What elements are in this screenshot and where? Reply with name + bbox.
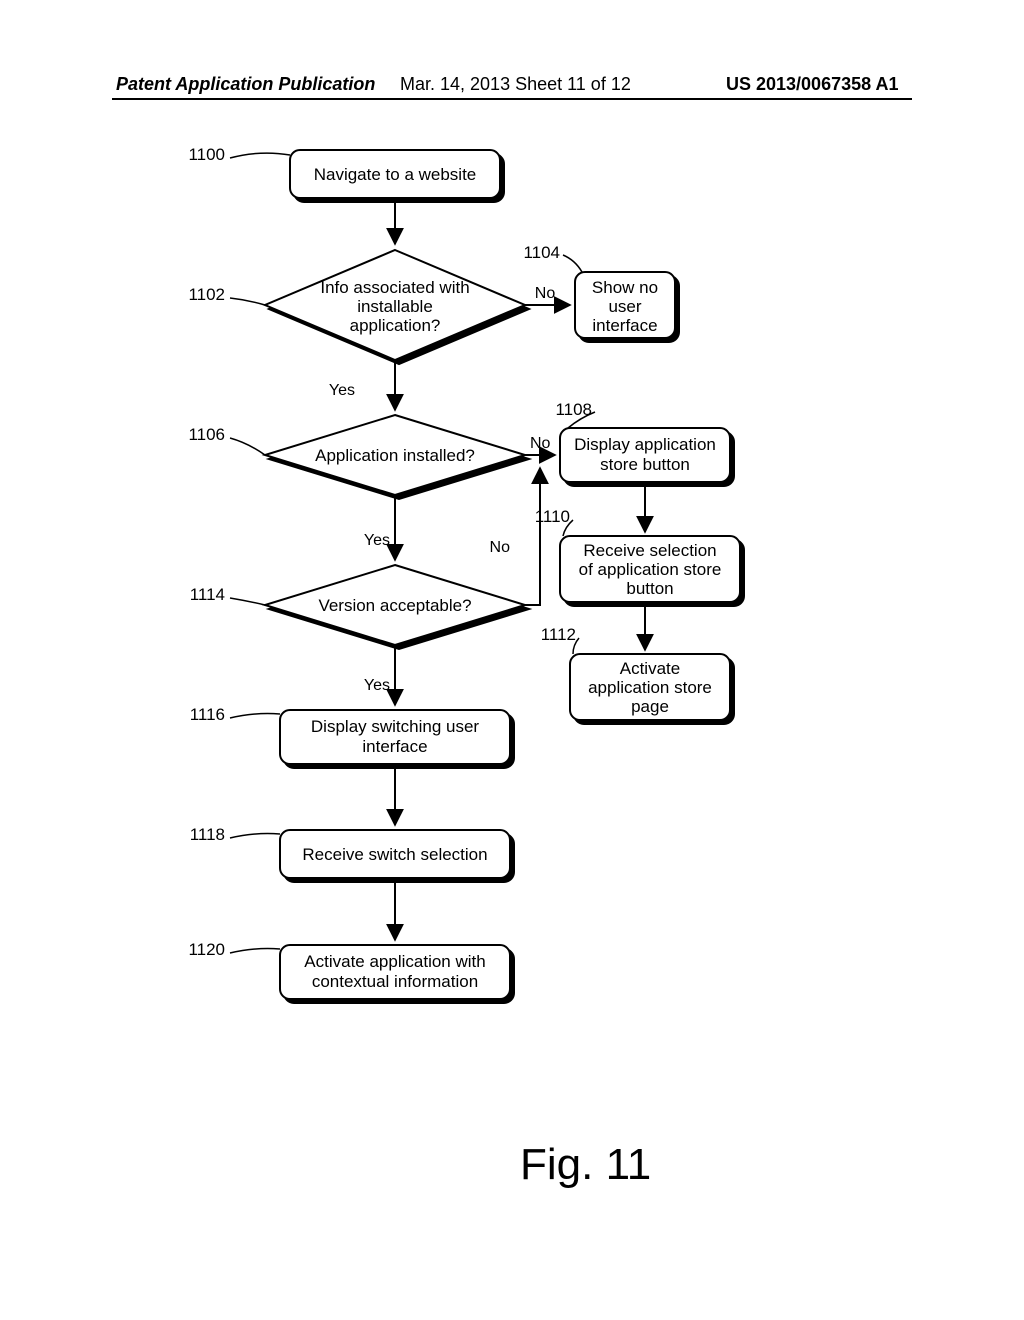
svg-text:Activate application with: Activate application with xyxy=(304,952,485,971)
node-1110: Receive selection of application store b… xyxy=(560,536,740,602)
svg-text:contextual information: contextual information xyxy=(312,972,478,991)
patent-page: Patent Application Publication Mar. 14, … xyxy=(0,0,1024,1320)
node-1102: Info associated with installable applica… xyxy=(265,250,525,360)
svg-text:interface: interface xyxy=(592,316,657,335)
ref-1120: 1120 xyxy=(188,940,280,959)
ref-1118: 1118 xyxy=(190,825,280,844)
svg-text:1102: 1102 xyxy=(188,285,225,304)
label-1114-yes: Yes xyxy=(364,677,390,694)
svg-text:user: user xyxy=(608,297,641,316)
node-1106: Application installed? xyxy=(265,415,525,495)
node-1100: Navigate to a website xyxy=(290,150,500,198)
svg-text:1104: 1104 xyxy=(523,243,560,262)
label-1106-no: No xyxy=(530,435,551,452)
svg-text:Receive selection: Receive selection xyxy=(583,541,716,560)
node-1118: Receive switch selection xyxy=(280,830,510,878)
node-1114: Version acceptable? xyxy=(265,565,525,645)
svg-text:Info associated with: Info associated with xyxy=(320,278,469,297)
ref-1116: 1116 xyxy=(190,705,280,724)
flowchart-svg: Navigate to a website 1100 Info associat… xyxy=(0,0,1024,1320)
label-1114-no: No xyxy=(490,539,511,556)
node-1100-text: Navigate to a website xyxy=(314,165,477,184)
svg-text:store button: store button xyxy=(600,455,690,474)
svg-text:installable: installable xyxy=(357,297,433,316)
svg-text:Display application: Display application xyxy=(574,435,716,454)
svg-text:Version acceptable?: Version acceptable? xyxy=(318,596,471,615)
node-1120: Activate application with contextual inf… xyxy=(280,945,510,999)
edge-1114-1108 xyxy=(525,468,540,605)
node-1104: Show no user interface xyxy=(575,272,675,338)
svg-text:1114: 1114 xyxy=(190,585,225,604)
node-1108: Display application store button xyxy=(560,428,730,482)
node-1112: Activate application store page xyxy=(570,654,730,720)
svg-text:Display switching user: Display switching user xyxy=(311,717,480,736)
svg-text:application?: application? xyxy=(350,316,441,335)
svg-text:1100: 1100 xyxy=(188,145,225,164)
svg-text:Activate: Activate xyxy=(620,659,680,678)
ref-1112: 1112 xyxy=(541,625,579,654)
label-1102-yes: Yes xyxy=(329,382,355,399)
svg-text:1116: 1116 xyxy=(190,705,225,724)
ref-1114: 1114 xyxy=(190,585,265,605)
svg-text:1106: 1106 xyxy=(188,425,225,444)
figure-caption: Fig. 11 xyxy=(520,1140,651,1190)
ref-1100: 1100 xyxy=(188,145,290,164)
svg-text:button: button xyxy=(626,579,673,598)
label-1106-yes: Yes xyxy=(364,532,390,549)
ref-1106: 1106 xyxy=(188,425,265,455)
ref-1104: 1104 xyxy=(523,243,582,272)
ref-1108: 1108 xyxy=(555,400,595,428)
svg-text:page: page xyxy=(631,697,669,716)
svg-text:1112: 1112 xyxy=(541,625,576,644)
node-1116: Display switching user interface xyxy=(280,710,510,764)
svg-text:application store: application store xyxy=(588,678,712,697)
svg-text:Application installed?: Application installed? xyxy=(315,446,475,465)
svg-text:of application store: of application store xyxy=(579,560,722,579)
svg-text:interface: interface xyxy=(362,737,427,756)
label-1102-no: No xyxy=(535,285,556,302)
svg-text:Receive switch selection: Receive switch selection xyxy=(302,845,487,864)
ref-1102: 1102 xyxy=(188,285,265,305)
svg-text:1118: 1118 xyxy=(190,825,225,844)
svg-text:1120: 1120 xyxy=(188,940,225,959)
svg-text:Show no: Show no xyxy=(592,278,658,297)
